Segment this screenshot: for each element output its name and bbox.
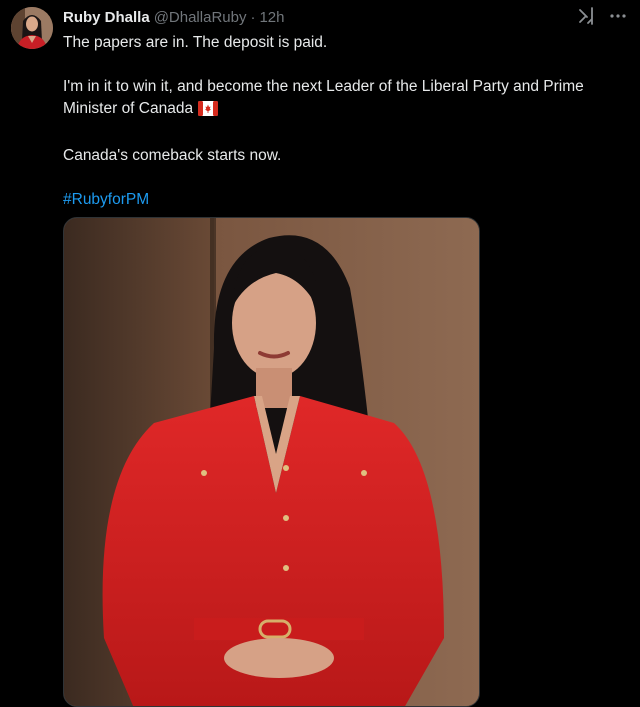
more-icon[interactable] xyxy=(610,13,626,19)
author-handle[interactable]: @DhallaRuby xyxy=(154,9,247,26)
tweet-actions-top xyxy=(578,7,626,25)
tweet-line: The papers are in. The deposit is paid. xyxy=(63,34,328,51)
tweet[interactable]: Ruby Dhalla @DhallaRuby · 12h The papers… xyxy=(0,0,640,707)
grok-icon[interactable] xyxy=(578,7,596,25)
tweet-media-photo[interactable] xyxy=(63,217,480,707)
hashtag-row: #RubyforPM xyxy=(63,189,633,211)
avatar-photo-icon xyxy=(11,7,53,49)
author-display-name[interactable]: Ruby Dhalla xyxy=(63,9,150,26)
header-separator: · xyxy=(250,8,256,26)
tweet-line: Canada's comeback starts now. xyxy=(63,147,282,164)
tweet-header: Ruby Dhalla @DhallaRuby · 12h xyxy=(63,7,285,27)
tweet-text: The papers are in. The deposit is paid. … xyxy=(63,32,633,211)
portrait-photo-icon xyxy=(64,218,479,706)
tweet-line: I'm in it to win it, and become the next… xyxy=(63,78,584,117)
tweet-timestamp[interactable]: 12h xyxy=(259,9,284,26)
tweet-line-with-flag: I'm in it to win it, and become the next… xyxy=(63,76,633,123)
canada-flag-icon xyxy=(198,101,219,123)
author-avatar[interactable] xyxy=(11,7,53,49)
hashtag-link[interactable]: #RubyforPM xyxy=(63,191,149,208)
